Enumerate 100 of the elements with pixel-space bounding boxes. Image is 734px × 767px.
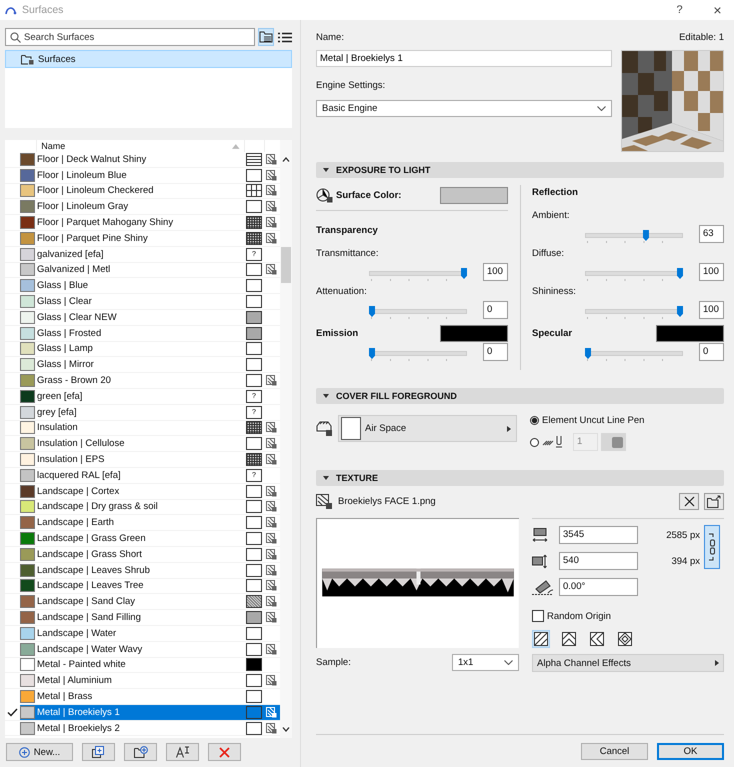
alignment-button[interactable] [616, 630, 634, 648]
slider[interactable] [585, 306, 683, 320]
engine-dropdown[interactable]: Basic Engine [316, 100, 612, 117]
search-field[interactable]: Search Surfaces [5, 28, 255, 46]
value-field[interactable]: 100 [699, 301, 724, 319]
surface-row[interactable]: Insulation | Cellulose [5, 436, 280, 452]
radio-button[interactable] [530, 438, 539, 446]
surface-row[interactable]: Floor | Deck Walnut Shiny [5, 152, 280, 168]
link-toggle[interactable] [704, 525, 720, 569]
load-texture-button[interactable] [704, 493, 724, 510]
remove-texture-button[interactable] [679, 493, 699, 510]
surface-row[interactable]: Grass - Brown 20 [5, 373, 280, 389]
window-title: Surfaces [22, 4, 64, 16]
surface-row[interactable]: Glass | Clear [5, 294, 280, 310]
surface-row[interactable]: Landscape | Dry grass & soil [5, 500, 280, 516]
alignment-button[interactable] [588, 630, 606, 648]
value-field[interactable]: 100 [699, 263, 724, 281]
height-icon [532, 554, 548, 568]
color-picker[interactable] [656, 324, 724, 342]
collapse-icon [322, 166, 330, 174]
surface-row[interactable]: Landscape | Cortex [5, 484, 280, 500]
surface-row[interactable]: Floor | Parquet Mahogany Shiny [5, 215, 280, 231]
palette-icon [316, 188, 333, 202]
surface-row[interactable]: Insulation [5, 420, 280, 436]
name-field[interactable]: Metal | Broekielys 1 [316, 50, 612, 67]
pen-icon [542, 435, 564, 449]
rename-button[interactable] [166, 743, 199, 761]
surface-row[interactable]: Landscape | Grass Short [5, 546, 280, 563]
color-picker[interactable] [440, 186, 508, 204]
fill-icon [316, 421, 333, 436]
value-field[interactable]: 63 [699, 225, 724, 243]
fill-dropdown[interactable]: Air Space [338, 415, 517, 442]
section-header[interactable]: COVER FILL FOREGROUND [316, 388, 724, 404]
close-button[interactable]: × [701, 0, 734, 20]
slider[interactable] [585, 268, 683, 282]
value-field[interactable]: 0 [483, 301, 508, 319]
angle-field[interactable]: 0.00° [559, 578, 638, 596]
radio-button[interactable] [530, 416, 539, 424]
surface-row[interactable]: Landscape | Water [5, 626, 280, 642]
surface-row[interactable]: Glass | Mirror [5, 357, 280, 374]
transparency-heading: Transparency [316, 225, 379, 237]
tree-item[interactable]: Surfaces [5, 50, 292, 68]
surface-row[interactable]: Glass | Lamp [5, 342, 280, 358]
slider[interactable] [369, 268, 467, 282]
value-field[interactable]: 0 [699, 343, 724, 361]
value-field[interactable]: 0 [483, 343, 508, 361]
help-button[interactable]: ? [663, 0, 696, 20]
surface-row[interactable]: Floor | Linoleum Gray [5, 199, 280, 216]
pen-color-button[interactable] [601, 433, 626, 451]
import-button[interactable] [124, 743, 157, 761]
scroll-down-icon[interactable] [282, 727, 290, 732]
surface-row[interactable]: Floor | Parquet Pine Shiny [5, 230, 280, 247]
surface-row[interactable]: Landscape | Earth [5, 515, 280, 532]
surface-row[interactable]: Insulation | EPS [5, 452, 280, 468]
duplicate-button[interactable] [82, 743, 115, 761]
folder-view-button[interactable] [258, 28, 274, 46]
surface-row[interactable]: Glass | Clear NEW [5, 310, 280, 326]
height-pixels: 394 px [670, 556, 701, 566]
surface-row[interactable]: Metal | Broekielys 1 [5, 704, 280, 721]
height-field[interactable]: 540 [559, 552, 638, 570]
section-header[interactable]: TEXTURE [316, 470, 724, 486]
surface-row[interactable]: Glass | Blue [5, 278, 280, 294]
delete-button[interactable] [208, 743, 241, 761]
new-button[interactable]: New... [6, 743, 73, 761]
surface-row[interactable]: Metal - Painted white [5, 658, 280, 674]
sample-dropdown[interactable]: 1x1 [452, 654, 519, 670]
name-label: Name: [316, 32, 344, 42]
submenu-arrow-icon [507, 426, 511, 432]
surface-row[interactable]: Landscape | Leaves Tree [5, 578, 280, 594]
slider[interactable] [369, 306, 467, 320]
ok-button[interactable]: OK [657, 743, 724, 760]
alignment-button[interactable] [532, 630, 550, 648]
scrollbar-thumb[interactable] [281, 247, 291, 283]
alpha-channel-effects-bar[interactable]: Alpha Channel Effects [532, 654, 724, 672]
value-field[interactable]: 100 [483, 263, 508, 281]
slider[interactable] [585, 348, 683, 362]
surface-row[interactable]: Floor | Linoleum Checkered [5, 184, 280, 200]
surface-row[interactable]: Landscape | Sand Filling [5, 610, 280, 626]
surface-row[interactable]: Metal | Broekielys 2 [5, 720, 280, 736]
slider[interactable] [369, 348, 467, 362]
section-header[interactable]: EXPOSURE TO LIGHT [316, 162, 724, 178]
surface-row[interactable]: Landscape | Water Wavy [5, 642, 280, 658]
scrollbar[interactable] [280, 140, 292, 738]
slider[interactable] [585, 230, 683, 244]
cancel-button[interactable]: Cancel [581, 743, 648, 760]
surface-row[interactable]: Metal | Aluminium [5, 673, 280, 690]
checkbox[interactable] [532, 610, 544, 622]
surface-row[interactable]: Landscape | Grass Green [5, 531, 280, 547]
color-picker[interactable] [440, 324, 508, 342]
alignment-button[interactable] [560, 630, 578, 648]
surface-row[interactable]: Landscape | Leaves Shrub [5, 562, 280, 579]
column-header[interactable]: Name [37, 141, 232, 151]
surface-row[interactable]: Floor | Linoleum Blue [5, 168, 280, 184]
scroll-up-icon[interactable] [282, 157, 290, 162]
surface-row[interactable]: Landscape | Sand Clay [5, 594, 280, 610]
check-icon [7, 708, 18, 717]
surface-row[interactable]: Galvanized | Metl [5, 262, 280, 278]
width-field[interactable]: 3545 [559, 526, 638, 544]
search-icon [10, 32, 21, 43]
surface-row[interactable]: Glass | Frosted [5, 326, 280, 342]
